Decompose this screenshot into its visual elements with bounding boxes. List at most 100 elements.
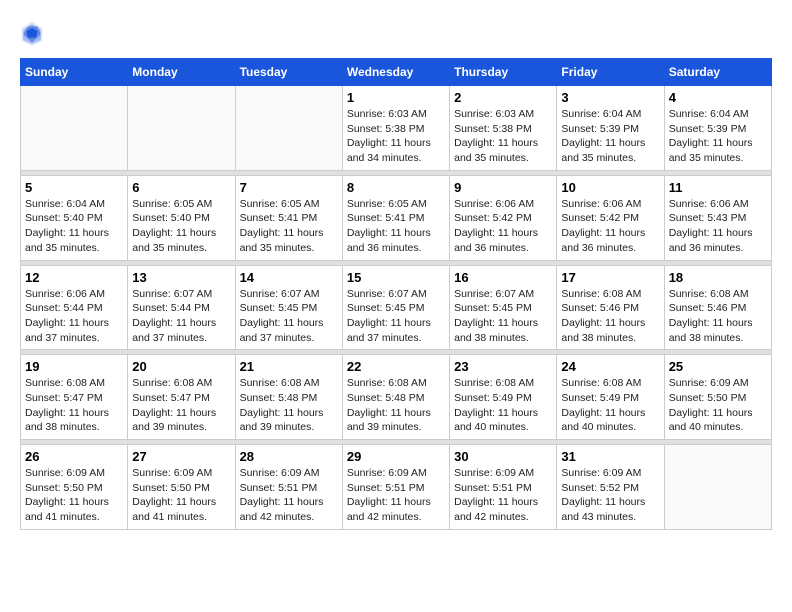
calendar-table: SundayMondayTuesdayWednesdayThursdayFrid… [20, 58, 772, 530]
day-number: 30 [454, 449, 552, 464]
weekday-header-sunday: Sunday [21, 59, 128, 86]
day-number: 16 [454, 270, 552, 285]
weekday-header-row: SundayMondayTuesdayWednesdayThursdayFrid… [21, 59, 772, 86]
day-number: 7 [240, 180, 338, 195]
day-number: 25 [669, 359, 767, 374]
day-number: 26 [25, 449, 123, 464]
week-row-5: 26 Sunrise: 6:09 AM Sunset: 5:50 PM Dayl… [21, 445, 772, 530]
day-number: 17 [561, 270, 659, 285]
day-info: Sunrise: 6:07 AM Sunset: 5:45 PM Dayligh… [454, 287, 552, 346]
calendar-cell: 31 Sunrise: 6:09 AM Sunset: 5:52 PM Dayl… [557, 445, 664, 530]
day-info: Sunrise: 6:05 AM Sunset: 5:41 PM Dayligh… [347, 197, 445, 256]
day-number: 28 [240, 449, 338, 464]
day-info: Sunrise: 6:06 AM Sunset: 5:44 PM Dayligh… [25, 287, 123, 346]
weekday-header-saturday: Saturday [664, 59, 771, 86]
calendar-cell: 24 Sunrise: 6:08 AM Sunset: 5:49 PM Dayl… [557, 355, 664, 440]
weekday-header-wednesday: Wednesday [342, 59, 449, 86]
day-info: Sunrise: 6:09 AM Sunset: 5:51 PM Dayligh… [347, 466, 445, 525]
day-info: Sunrise: 6:04 AM Sunset: 5:39 PM Dayligh… [669, 107, 767, 166]
calendar-cell: 14 Sunrise: 6:07 AM Sunset: 5:45 PM Dayl… [235, 265, 342, 350]
day-number: 2 [454, 90, 552, 105]
day-number: 27 [132, 449, 230, 464]
day-info: Sunrise: 6:08 AM Sunset: 5:49 PM Dayligh… [454, 376, 552, 435]
day-number: 29 [347, 449, 445, 464]
day-number: 13 [132, 270, 230, 285]
weekday-header-friday: Friday [557, 59, 664, 86]
week-row-3: 12 Sunrise: 6:06 AM Sunset: 5:44 PM Dayl… [21, 265, 772, 350]
day-number: 1 [347, 90, 445, 105]
day-info: Sunrise: 6:08 AM Sunset: 5:46 PM Dayligh… [669, 287, 767, 346]
weekday-header-tuesday: Tuesday [235, 59, 342, 86]
day-info: Sunrise: 6:03 AM Sunset: 5:38 PM Dayligh… [454, 107, 552, 166]
calendar-cell: 6 Sunrise: 6:05 AM Sunset: 5:40 PM Dayli… [128, 175, 235, 260]
day-info: Sunrise: 6:07 AM Sunset: 5:45 PM Dayligh… [240, 287, 338, 346]
calendar-cell: 13 Sunrise: 6:07 AM Sunset: 5:44 PM Dayl… [128, 265, 235, 350]
calendar-cell: 29 Sunrise: 6:09 AM Sunset: 5:51 PM Dayl… [342, 445, 449, 530]
calendar-cell: 18 Sunrise: 6:08 AM Sunset: 5:46 PM Dayl… [664, 265, 771, 350]
calendar-cell: 22 Sunrise: 6:08 AM Sunset: 5:48 PM Dayl… [342, 355, 449, 440]
day-info: Sunrise: 6:08 AM Sunset: 5:46 PM Dayligh… [561, 287, 659, 346]
day-number: 20 [132, 359, 230, 374]
day-info: Sunrise: 6:08 AM Sunset: 5:47 PM Dayligh… [25, 376, 123, 435]
day-number: 18 [669, 270, 767, 285]
calendar-cell: 8 Sunrise: 6:05 AM Sunset: 5:41 PM Dayli… [342, 175, 449, 260]
day-info: Sunrise: 6:09 AM Sunset: 5:50 PM Dayligh… [132, 466, 230, 525]
day-info: Sunrise: 6:04 AM Sunset: 5:39 PM Dayligh… [561, 107, 659, 166]
calendar-cell: 15 Sunrise: 6:07 AM Sunset: 5:45 PM Dayl… [342, 265, 449, 350]
week-row-2: 5 Sunrise: 6:04 AM Sunset: 5:40 PM Dayli… [21, 175, 772, 260]
calendar-cell: 16 Sunrise: 6:07 AM Sunset: 5:45 PM Dayl… [450, 265, 557, 350]
day-info: Sunrise: 6:09 AM Sunset: 5:51 PM Dayligh… [240, 466, 338, 525]
day-info: Sunrise: 6:06 AM Sunset: 5:42 PM Dayligh… [454, 197, 552, 256]
day-info: Sunrise: 6:09 AM Sunset: 5:50 PM Dayligh… [25, 466, 123, 525]
day-number: 3 [561, 90, 659, 105]
day-number: 15 [347, 270, 445, 285]
day-number: 11 [669, 180, 767, 195]
calendar-cell [235, 86, 342, 171]
day-number: 8 [347, 180, 445, 195]
calendar-cell: 21 Sunrise: 6:08 AM Sunset: 5:48 PM Dayl… [235, 355, 342, 440]
day-info: Sunrise: 6:04 AM Sunset: 5:40 PM Dayligh… [25, 197, 123, 256]
day-info: Sunrise: 6:09 AM Sunset: 5:52 PM Dayligh… [561, 466, 659, 525]
calendar-cell: 28 Sunrise: 6:09 AM Sunset: 5:51 PM Dayl… [235, 445, 342, 530]
calendar-cell: 3 Sunrise: 6:04 AM Sunset: 5:39 PM Dayli… [557, 86, 664, 171]
weekday-header-monday: Monday [128, 59, 235, 86]
day-info: Sunrise: 6:08 AM Sunset: 5:48 PM Dayligh… [347, 376, 445, 435]
calendar-cell: 11 Sunrise: 6:06 AM Sunset: 5:43 PM Dayl… [664, 175, 771, 260]
calendar-cell: 5 Sunrise: 6:04 AM Sunset: 5:40 PM Dayli… [21, 175, 128, 260]
calendar-cell: 12 Sunrise: 6:06 AM Sunset: 5:44 PM Dayl… [21, 265, 128, 350]
day-info: Sunrise: 6:08 AM Sunset: 5:48 PM Dayligh… [240, 376, 338, 435]
day-number: 24 [561, 359, 659, 374]
week-row-1: 1 Sunrise: 6:03 AM Sunset: 5:38 PM Dayli… [21, 86, 772, 171]
calendar-cell: 7 Sunrise: 6:05 AM Sunset: 5:41 PM Dayli… [235, 175, 342, 260]
day-info: Sunrise: 6:03 AM Sunset: 5:38 PM Dayligh… [347, 107, 445, 166]
day-number: 22 [347, 359, 445, 374]
calendar-cell: 4 Sunrise: 6:04 AM Sunset: 5:39 PM Dayli… [664, 86, 771, 171]
day-info: Sunrise: 6:08 AM Sunset: 5:49 PM Dayligh… [561, 376, 659, 435]
day-info: Sunrise: 6:09 AM Sunset: 5:50 PM Dayligh… [669, 376, 767, 435]
day-info: Sunrise: 6:07 AM Sunset: 5:44 PM Dayligh… [132, 287, 230, 346]
calendar-cell [21, 86, 128, 171]
calendar-cell: 1 Sunrise: 6:03 AM Sunset: 5:38 PM Dayli… [342, 86, 449, 171]
day-number: 10 [561, 180, 659, 195]
calendar-cell: 20 Sunrise: 6:08 AM Sunset: 5:47 PM Dayl… [128, 355, 235, 440]
day-number: 12 [25, 270, 123, 285]
day-info: Sunrise: 6:08 AM Sunset: 5:47 PM Dayligh… [132, 376, 230, 435]
day-number: 4 [669, 90, 767, 105]
page-header [20, 20, 772, 48]
day-info: Sunrise: 6:07 AM Sunset: 5:45 PM Dayligh… [347, 287, 445, 346]
day-number: 23 [454, 359, 552, 374]
calendar-cell: 17 Sunrise: 6:08 AM Sunset: 5:46 PM Dayl… [557, 265, 664, 350]
calendar-cell: 26 Sunrise: 6:09 AM Sunset: 5:50 PM Dayl… [21, 445, 128, 530]
day-info: Sunrise: 6:06 AM Sunset: 5:43 PM Dayligh… [669, 197, 767, 256]
day-number: 14 [240, 270, 338, 285]
day-number: 31 [561, 449, 659, 464]
calendar-cell: 19 Sunrise: 6:08 AM Sunset: 5:47 PM Dayl… [21, 355, 128, 440]
calendar-cell: 23 Sunrise: 6:08 AM Sunset: 5:49 PM Dayl… [450, 355, 557, 440]
calendar-cell: 30 Sunrise: 6:09 AM Sunset: 5:51 PM Dayl… [450, 445, 557, 530]
day-info: Sunrise: 6:09 AM Sunset: 5:51 PM Dayligh… [454, 466, 552, 525]
day-info: Sunrise: 6:06 AM Sunset: 5:42 PM Dayligh… [561, 197, 659, 256]
logo [20, 20, 48, 48]
weekday-header-thursday: Thursday [450, 59, 557, 86]
calendar-cell: 9 Sunrise: 6:06 AM Sunset: 5:42 PM Dayli… [450, 175, 557, 260]
day-number: 9 [454, 180, 552, 195]
